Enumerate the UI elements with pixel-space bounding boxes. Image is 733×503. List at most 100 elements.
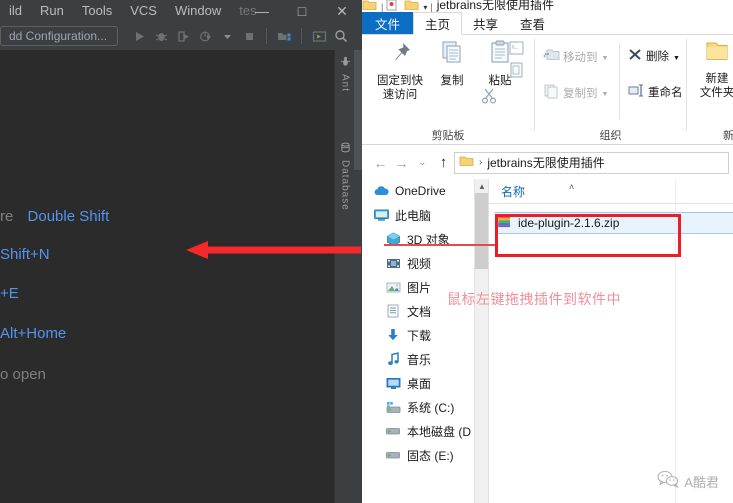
- sidebar-item-downloads[interactable]: 下载: [362, 323, 488, 347]
- sidebar-item-desktop[interactable]: 桌面: [362, 371, 488, 395]
- tab-share[interactable]: 共享: [462, 12, 509, 34]
- sidebar-item-music[interactable]: 音乐: [362, 347, 488, 371]
- ide-right-tool-strip: Ant Database: [334, 50, 354, 503]
- search-everywhere-icon[interactable]: [330, 25, 352, 47]
- sidebar-item-videos-label: 视频: [407, 256, 432, 271]
- sidebar-item-onedrive[interactable]: OneDrive: [362, 179, 488, 203]
- menu-item-vcs[interactable]: VCS: [121, 0, 166, 22]
- quick-access-folder-icon[interactable]: [362, 0, 378, 12]
- file-list-column-header[interactable]: 名称 ˄: [489, 179, 733, 204]
- address-input[interactable]: › jetbrains无限使用插件: [454, 151, 729, 174]
- navigation-pane-scrollbar[interactable]: ▲: [474, 179, 488, 503]
- scroll-up-icon[interactable]: ▲: [475, 179, 488, 193]
- hint-key-3: Alt+Home: [0, 325, 67, 342]
- database-icon: [339, 142, 351, 154]
- recent-locations-icon[interactable]: ⌄: [412, 152, 433, 174]
- menu-item-build[interactable]: ild: [0, 0, 31, 22]
- sidebar-item-ant[interactable]: Ant: [335, 56, 355, 130]
- delete-caret-icon[interactable]: ▼: [673, 55, 680, 62]
- copy-path-icon[interactable]: \\...: [508, 41, 525, 61]
- menu-item-run[interactable]: Run: [31, 0, 73, 22]
- move-to-caret-icon[interactable]: ▼: [602, 55, 609, 62]
- ribbon-group-organize-label: 组织: [599, 130, 622, 142]
- project-structure-icon[interactable]: [273, 25, 295, 47]
- sidebar-item-system-drive[interactable]: 系统 (C:): [362, 395, 488, 419]
- scrollbar-thumb[interactable]: [475, 193, 488, 269]
- forward-icon[interactable]: →: [391, 152, 412, 174]
- stop-icon[interactable]: [238, 25, 260, 47]
- delete-label: 删除: [646, 51, 669, 63]
- watermark-text: A酷君: [684, 475, 719, 490]
- menu-item-window[interactable]: Window: [166, 0, 230, 22]
- hint-row-recent-files: +E: [0, 285, 19, 302]
- column-header-name[interactable]: 名称: [501, 183, 525, 200]
- ide-scrollbar[interactable]: [354, 50, 362, 170]
- terminal-icon[interactable]: [308, 25, 330, 47]
- ide-window-controls: — □ ✕: [242, 0, 362, 22]
- pin-to-quick-access-button[interactable]: 固定到快 速访问: [372, 39, 428, 102]
- quick-access-properties-icon[interactable]: [385, 0, 401, 12]
- red-underline-annotation: [384, 244, 496, 246]
- hint-row-drop-to-open: o open: [0, 366, 46, 383]
- back-icon[interactable]: ←: [370, 152, 391, 174]
- left-arrow-annotation: [186, 238, 361, 262]
- new-folder-label-line1: 新建: [705, 73, 729, 85]
- this-pc-icon: [372, 207, 390, 223]
- sidebar-item-local-disk-d[interactable]: 本地磁盘 (D: [362, 419, 488, 443]
- documents-icon: [384, 303, 402, 319]
- explorer-title-bar: | ▾ | jetbrains无限使用插件: [362, 0, 733, 12]
- copy-to-caret-icon[interactable]: ▼: [602, 91, 609, 98]
- tab-view[interactable]: 查看: [509, 12, 556, 34]
- run-configuration-selector[interactable]: dd Configuration...: [0, 26, 118, 46]
- dropdown-caret-icon[interactable]: [216, 25, 238, 47]
- paste-shortcut-icon[interactable]: [508, 61, 525, 84]
- run-icon[interactable]: [128, 25, 150, 47]
- toolbar-divider: [266, 28, 267, 44]
- music-icon: [384, 351, 402, 367]
- red-rectangle-annotation: [495, 214, 681, 257]
- sidebar-item-ant-label: Ant: [339, 74, 351, 93]
- explorer-ribbon-tabs: 文件 主页 共享 查看: [362, 12, 733, 35]
- maximize-icon[interactable]: □: [282, 0, 322, 22]
- sidebar-item-local-disk-d-label: 本地磁盘 (D: [407, 424, 471, 439]
- drive-icon: [384, 423, 402, 439]
- tab-home-label: 主页: [425, 18, 451, 32]
- new-folder-button[interactable]: 新建 文件夹: [691, 39, 733, 100]
- tab-file[interactable]: 文件: [362, 12, 414, 34]
- wechat-icon: [657, 470, 680, 493]
- delete-button[interactable]: 删除 ▼: [627, 47, 680, 65]
- rename-icon: [627, 83, 645, 101]
- new-folder-icon: [702, 39, 732, 70]
- profile-icon[interactable]: [194, 25, 216, 47]
- ribbon-group-organize: 移动到 ▼ 复制到 ▼ 删除 ▼ 重命名 组织: [535, 35, 686, 145]
- rename-button[interactable]: 重命名: [627, 83, 683, 101]
- menu-item-tools[interactable]: Tools: [73, 0, 121, 22]
- sidebar-item-videos[interactable]: 视频: [362, 251, 488, 275]
- sidebar-item-system-drive-label: 系统 (C:): [407, 400, 455, 415]
- ant-icon: [339, 56, 351, 68]
- sidebar-item-ssd-e[interactable]: 固态 (E:): [362, 443, 488, 467]
- scissors-icon[interactable]: [480, 87, 498, 110]
- explorer-title-text: jetbrains无限使用插件: [436, 0, 555, 12]
- hint-key-0: Double Shift: [27, 208, 110, 225]
- sidebar-item-pictures-label: 图片: [407, 280, 432, 295]
- sidebar-item-this-pc[interactable]: 此电脑: [362, 203, 488, 227]
- minimize-icon[interactable]: —: [242, 0, 282, 22]
- sidebar-item-this-pc-label: 此电脑: [395, 208, 432, 223]
- explorer-address-bar: ← → ⌄ ↑ › jetbrains无限使用插件: [362, 146, 733, 179]
- sidebar-item-database[interactable]: Database: [335, 142, 355, 252]
- move-to-label: 移动到: [563, 51, 598, 64]
- up-icon[interactable]: ↑: [433, 152, 454, 174]
- sidebar-item-3d-objects[interactable]: 3D 对象: [362, 227, 488, 251]
- run-coverage-icon[interactable]: [172, 25, 194, 47]
- onedrive-icon: [372, 183, 390, 199]
- debug-icon[interactable]: [150, 25, 172, 47]
- ide-editor-empty-area: re Double Shift Shift+N +E Alt+Home o op…: [0, 50, 334, 503]
- move-to-button[interactable]: 移动到 ▼: [543, 47, 608, 66]
- tab-file-label: 文件: [375, 17, 401, 32]
- customize-caret-icon[interactable]: ▾: [423, 3, 427, 12]
- copy-to-button[interactable]: 复制到 ▼: [543, 83, 608, 102]
- quick-access-new-folder-icon[interactable]: [404, 0, 420, 12]
- tab-home[interactable]: 主页: [413, 12, 463, 35]
- breadcrumb[interactable]: jetbrains无限使用插件: [487, 154, 604, 171]
